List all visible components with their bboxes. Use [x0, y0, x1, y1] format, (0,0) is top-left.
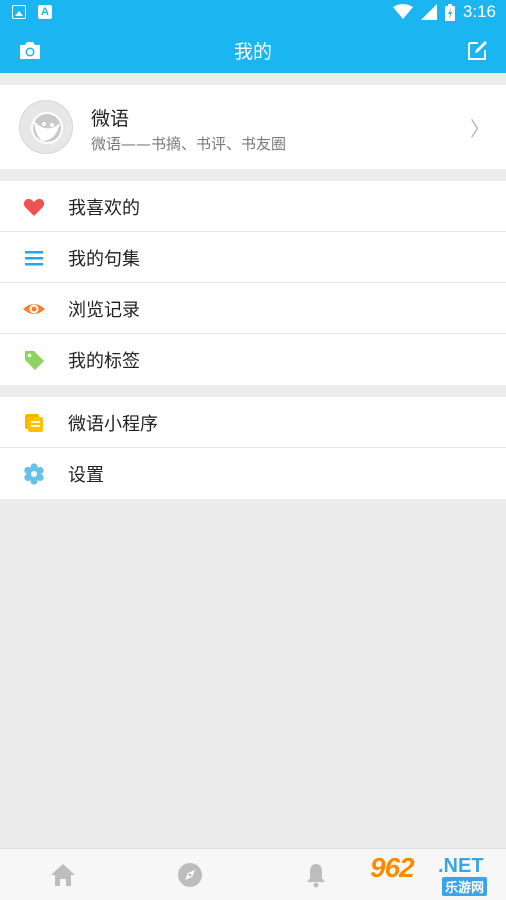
eye-icon	[23, 304, 45, 314]
compass-icon[interactable]	[176, 861, 204, 889]
list-icon	[25, 251, 43, 266]
menu-group-secondary: 微语小程序 设置	[0, 397, 506, 499]
wifi-icon	[392, 4, 413, 19]
bell-icon[interactable]	[302, 861, 330, 889]
mini-program-icon	[25, 414, 43, 432]
menu-item-history[interactable]: 浏览记录	[0, 283, 506, 334]
page-title: 我的	[233, 41, 272, 63]
edit-icon[interactable]	[466, 39, 490, 61]
status-bar: A 3:16	[0, 0, 506, 25]
home-icon[interactable]	[49, 861, 77, 889]
settings-icon	[24, 463, 44, 485]
menu-item-label: 设置	[68, 465, 104, 486]
avatar-face-icon	[31, 112, 63, 144]
profile-card[interactable]: 微语 微语——书摘、书评、书友圈 〉	[0, 85, 506, 169]
menu-item-mini-program[interactable]: 微语小程序	[0, 397, 506, 448]
menu-item-label: 我喜欢的	[68, 198, 140, 219]
watermark-sub: 乐游网	[442, 877, 488, 896]
menu-item-label: 浏览记录	[68, 300, 140, 321]
app-bar: 我的	[0, 25, 506, 73]
menu-item-label: 我的句集	[68, 249, 140, 270]
profile-name: 微语	[91, 108, 130, 130]
battery-icon	[444, 3, 455, 21]
chevron-right-icon: 〉	[470, 117, 490, 141]
tag-icon	[25, 351, 44, 370]
watermark-number: 962	[370, 852, 415, 883]
signal-icon	[420, 4, 437, 20]
menu-item-settings[interactable]: 设置	[0, 448, 506, 499]
menu-group-primary: 我喜欢的 我的句集 浏览记录 我的标签	[0, 181, 506, 385]
menu-item-favorites[interactable]: 我喜欢的	[0, 181, 506, 232]
profile-description: 微语——书摘、书评、书友圈	[91, 135, 287, 153]
menu-item-collections[interactable]: 我的句集	[0, 232, 506, 283]
watermark-logo: 962 .NET 乐游网	[366, 852, 500, 896]
app-notification-icon: A	[38, 5, 52, 19]
image-notification-icon	[12, 5, 26, 19]
menu-item-tags[interactable]: 我的标签	[0, 334, 506, 385]
watermark-net: .NET	[438, 855, 484, 877]
status-time: 3:16	[462, 2, 496, 21]
menu-item-label: 微语小程序	[68, 414, 158, 435]
avatar[interactable]	[19, 100, 73, 154]
menu-item-label: 我的标签	[68, 351, 140, 372]
heart-icon	[23, 198, 45, 216]
